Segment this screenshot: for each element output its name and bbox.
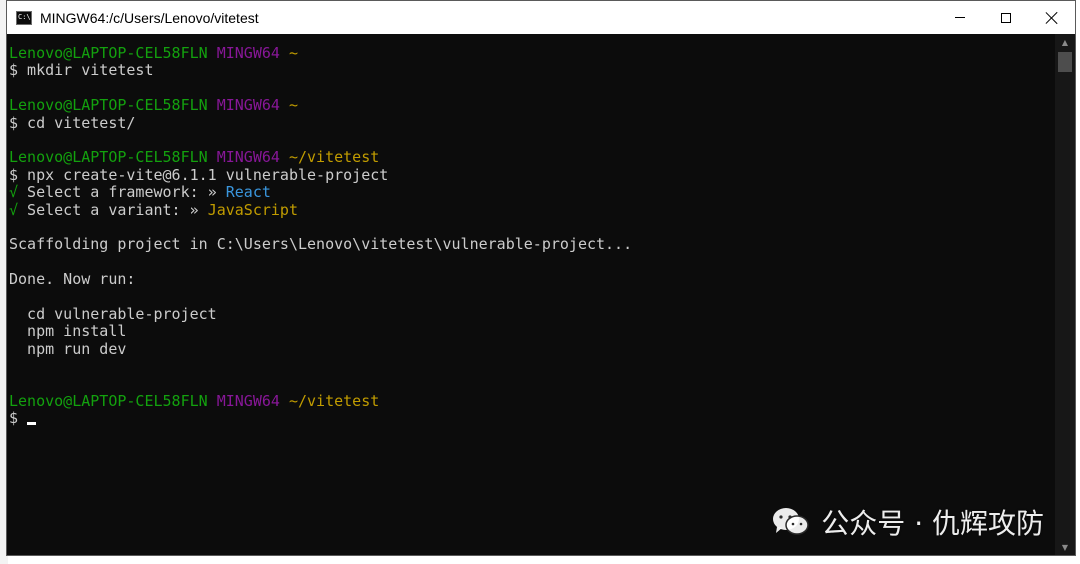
prompt-symbol: $ (9, 409, 19, 428)
window-title: MINGW64:/c/Users/Lenovo/vitetest (40, 9, 259, 26)
terminal-text-segment: Scaffolding project in C:\Users\Lenovo\v… (9, 235, 633, 254)
terminal-text-segment: » (189, 200, 208, 219)
wechat-icon (773, 508, 810, 535)
terminal-text-segment: ~ (288, 44, 298, 62)
terminal-text-segment: JavaScript (207, 200, 298, 219)
scrollbar-thumb[interactable] (1058, 52, 1072, 72)
title-bar[interactable]: MINGW64:/c/Users/Lenovo/vitetest (7, 1, 1075, 34)
terminal-text-segment: ~ (288, 96, 298, 115)
terminal-line: √ Select a variant: » JavaScript (9, 200, 1055, 219)
watermark: 公众号 · 仇辉攻防 (771, 502, 1044, 542)
terminal-text-segment: √ (9, 183, 19, 202)
terminal-text-segment: cd vulnerable-project (9, 304, 217, 323)
terminal-line: Lenovo@LAPTOP-CEL58FLN MINGW64 ~ (9, 44, 1055, 62)
minimize-button[interactable] (937, 1, 983, 34)
terminal-text-segment: Lenovo@LAPTOP-CEL58FLN (9, 148, 208, 167)
terminal-text-segment: Lenovo@LAPTOP-CEL58FLN (9, 391, 208, 410)
maximize-icon (1001, 12, 1011, 23)
maximize-button[interactable] (983, 1, 1029, 34)
terminal-text-segment: $ npx create-vite@6.1.1 vulnerable-proje… (9, 165, 389, 184)
terminal-line: Lenovo@LAPTOP-CEL58FLN MINGW64 ~/vitetes… (9, 391, 1055, 410)
terminal-text-segment: Select a framework: (18, 183, 208, 202)
terminal-line: $ cd vitetest/ (9, 113, 1055, 132)
prompt-line: $ (9, 410, 1055, 427)
terminal-text-segment: npm install (9, 322, 127, 341)
terminal-text-segment: √ (9, 200, 19, 219)
minimize-icon (955, 17, 965, 18)
terminal-text-segment: $ mkdir vitetest (9, 61, 154, 80)
terminal-line: Lenovo@LAPTOP-CEL58FLN MINGW64 ~/vitetes… (9, 149, 1055, 166)
close-icon (1046, 12, 1058, 24)
terminal-text-segment: » (207, 183, 226, 202)
terminal-line: Lenovo@LAPTOP-CEL58FLN MINGW64 ~ (9, 96, 1055, 115)
terminal-text-segment: npm run dev (9, 339, 127, 358)
scroll-down-arrow-icon[interactable]: ▼ (1055, 539, 1075, 555)
terminal-text-segment: Done. Now run: (9, 270, 136, 289)
terminal-text-segment: $ cd vitetest/ (9, 113, 136, 132)
terminal-text-segment: Lenovo@LAPTOP-CEL58FLN (9, 96, 208, 115)
terminal-line: npm run dev (9, 339, 1055, 358)
watermark-text: 公众号 · 仇辉攻防 (821, 507, 1044, 540)
terminal-line: $ mkdir vitetest (9, 62, 1055, 79)
terminal-text-segment: MINGW64 (216, 44, 280, 62)
terminal-window: MINGW64:/c/Users/Lenovo/vitetest Lenovo@… (6, 0, 1076, 556)
terminal-text-segment: Select a variant: (18, 200, 190, 219)
terminal-text-segment: Lenovo@LAPTOP-CEL58FLN (9, 44, 208, 62)
terminal-line: $ npx create-vite@6.1.1 vulnerable-proje… (9, 165, 1055, 184)
terminal-line: Done. Now run: (9, 270, 1055, 289)
console-app-icon[interactable] (16, 10, 32, 25)
terminal-text-segment: ~/vitetest (288, 148, 380, 167)
terminal-line: Scaffolding project in C:\Users\Lenovo\v… (9, 236, 1055, 253)
terminal-line: npm install (9, 323, 1055, 340)
terminal-text-segment: ~/vitetest (288, 391, 380, 410)
scroll-up-arrow-icon[interactable]: ▲ (1055, 34, 1075, 50)
text-cursor (27, 422, 37, 426)
terminal-text-segment: MINGW64 (216, 391, 280, 410)
close-button[interactable] (1029, 1, 1075, 34)
window-controls (937, 1, 1075, 34)
terminal-text-segment: React (225, 183, 271, 202)
terminal-output[interactable]: Lenovo@LAPTOP-CEL58FLN MINGW64 ~ $ mkdir … (7, 34, 1055, 555)
terminal-text-segment: MINGW64 (216, 148, 280, 167)
vertical-scrollbar[interactable]: ▲ ▼ (1055, 34, 1075, 555)
terminal-text-segment: MINGW64 (216, 96, 280, 115)
terminal-line: √ Select a framework: » React (9, 183, 1055, 202)
terminal-line: cd vulnerable-project (9, 304, 1055, 323)
